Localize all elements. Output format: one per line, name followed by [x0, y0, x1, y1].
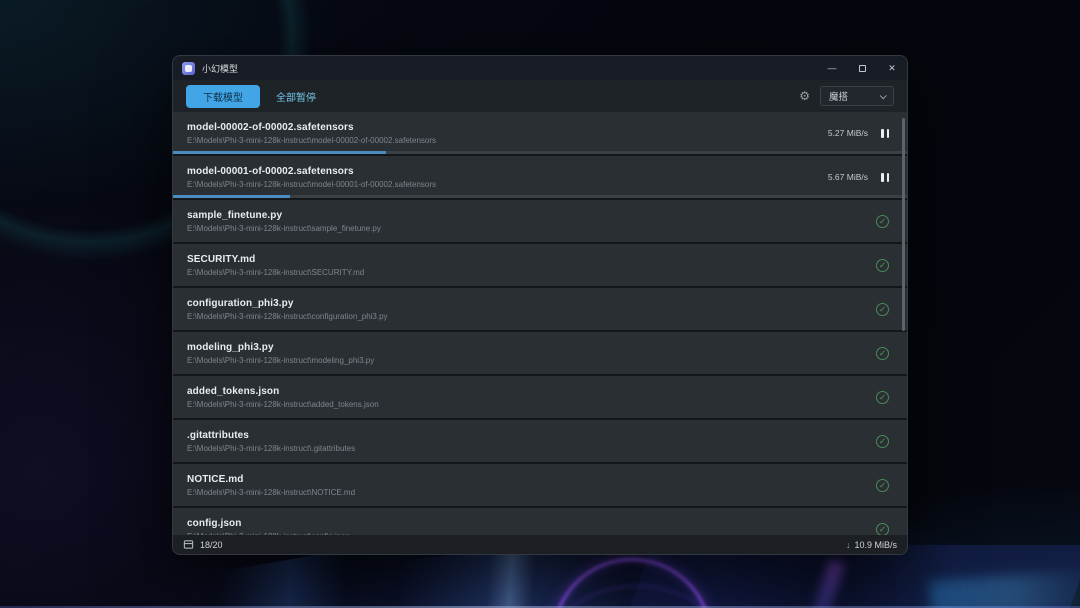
- file-path: E:\Models\Phi-3-mini-128k-instruct\.gita…: [187, 443, 356, 453]
- table-row[interactable]: modeling_phi3.py E:\Models\Phi-3-mini-12…: [173, 332, 907, 374]
- file-name: added_tokens.json: [187, 385, 280, 397]
- file-info: SECURITY.md E:\Models\Phi-3-mini-128k-in…: [187, 254, 876, 277]
- table-row[interactable]: sample_finetune.py E:\Models\Phi-3-mini-…: [173, 200, 907, 242]
- download-speed: 5.27 MiB/s: [827, 128, 868, 138]
- pause-icon[interactable]: [881, 128, 889, 138]
- table-row[interactable]: NOTICE.md E:\Models\Phi-3-mini-128k-inst…: [173, 464, 907, 506]
- file-path: E:\Models\Phi-3-mini-128k-instruct\model…: [187, 355, 375, 365]
- maximize-icon: [858, 64, 866, 72]
- app-window: 小幻模型 — ✕ 下载模型 全部暂停 ⚙ 魔搭 model-00002-of-0…: [172, 55, 908, 555]
- check-circle-icon: ✓: [876, 522, 889, 535]
- file-name: SECURITY.md: [187, 253, 256, 265]
- chevron-down-icon: [879, 91, 887, 99]
- file-name: NOTICE.md: [187, 473, 244, 485]
- file-info: NOTICE.md E:\Models\Phi-3-mini-128k-inst…: [187, 474, 876, 497]
- file-info: added_tokens.json E:\Models\Phi-3-mini-1…: [187, 386, 876, 409]
- window-title: 小幻模型: [202, 63, 239, 74]
- check-circle-icon: ✓: [876, 302, 889, 316]
- file-info: sample_finetune.py E:\Models\Phi-3-mini-…: [187, 210, 876, 233]
- app-logo-icon: [182, 61, 195, 75]
- file-name: model-00001-of-00002.safetensors: [187, 165, 354, 177]
- scrollbar-thumb[interactable]: [902, 118, 905, 331]
- table-row[interactable]: model-00001-of-00002.safetensors E:\Mode…: [173, 156, 907, 198]
- file-info: modeling_phi3.py E:\Models\Phi-3-mini-12…: [187, 342, 876, 365]
- maximize-button[interactable]: [847, 56, 877, 80]
- table-row[interactable]: config.json E:\Models\Phi-3-mini-128k-in…: [173, 508, 907, 535]
- queue-icon: [183, 540, 194, 549]
- file-name: model-00002-of-00002.safetensors: [187, 121, 354, 133]
- statusbar-right: ↓ 10.9 MiB/s: [846, 540, 897, 550]
- check-circle-icon: ✓: [876, 258, 889, 272]
- file-path: E:\Models\Phi-3-mini-128k-instruct\added…: [187, 399, 379, 409]
- check-circle-icon: ✓: [876, 390, 889, 404]
- total-speed: 10.9 MiB/s: [854, 539, 897, 550]
- file-info: model-00002-of-00002.safetensors E:\Mode…: [187, 122, 828, 145]
- file-info: model-00001-of-00002.safetensors E:\Mode…: [187, 166, 828, 189]
- check-circle-icon: ✓: [876, 214, 889, 228]
- table-row[interactable]: model-00002-of-00002.safetensors E:\Mode…: [173, 112, 907, 154]
- check-circle-icon: ✓: [876, 434, 889, 448]
- caption-buttons: — ✕: [817, 56, 907, 80]
- tab-download-models[interactable]: 下载模型: [186, 84, 260, 108]
- file-path: E:\Models\Phi-3-mini-128k-instruct\SECUR…: [187, 267, 365, 277]
- check-circle-icon: ✓: [876, 478, 889, 492]
- source-dropdown[interactable]: 魔搭: [820, 86, 894, 106]
- file-name: .gitattributes: [187, 429, 249, 441]
- progress-bar: [173, 195, 907, 198]
- check-circle-icon: ✓: [876, 346, 889, 360]
- download-speed: 5.67 MiB/s: [827, 172, 868, 182]
- toolbar: 下载模型 全部暂停 ⚙ 魔搭: [173, 80, 907, 112]
- progress-fill: [173, 151, 386, 154]
- table-row[interactable]: added_tokens.json E:\Models\Phi-3-mini-1…: [173, 376, 907, 418]
- table-row[interactable]: configuration_phi3.py E:\Models\Phi-3-mi…: [173, 288, 907, 330]
- row-actions: 5.27 MiB/s: [828, 128, 893, 138]
- toolbar-right: ⚙ 魔搭: [799, 86, 894, 106]
- table-row[interactable]: .gitattributes E:\Models\Phi-3-mini-128k…: [173, 420, 907, 462]
- table-row[interactable]: SECURITY.md E:\Models\Phi-3-mini-128k-in…: [173, 244, 907, 286]
- file-path: E:\Models\Phi-3-mini-128k-instruct\sampl…: [187, 223, 381, 233]
- file-name: config.json: [187, 517, 242, 529]
- pause-all-button[interactable]: 全部暂停: [276, 89, 316, 104]
- download-count: 18/20: [200, 539, 223, 550]
- file-path: E:\Models\Phi-3-mini-128k-instruct\model…: [187, 135, 437, 145]
- file-name: configuration_phi3.py: [187, 297, 294, 309]
- close-button[interactable]: ✕: [877, 56, 907, 80]
- progress-bar: [173, 151, 907, 154]
- statusbar: 18/20 ↓ 10.9 MiB/s: [173, 535, 907, 554]
- file-info: .gitattributes E:\Models\Phi-3-mini-128k…: [187, 430, 876, 453]
- file-path: E:\Models\Phi-3-mini-128k-instruct\NOTIC…: [187, 487, 356, 497]
- minimize-button[interactable]: —: [817, 56, 847, 80]
- download-arrow-icon: ↓: [845, 539, 851, 550]
- source-dropdown-value: 魔搭: [829, 92, 849, 103]
- row-actions: 5.67 MiB/s: [828, 172, 893, 182]
- file-name: sample_finetune.py: [187, 209, 283, 221]
- file-path: E:\Models\Phi-3-mini-128k-instruct\model…: [187, 179, 437, 189]
- file-path: E:\Models\Phi-3-mini-128k-instruct\confi…: [187, 311, 388, 321]
- file-info: configuration_phi3.py E:\Models\Phi-3-mi…: [187, 298, 876, 321]
- file-path: E:\Models\Phi-3-mini-128k-instruct\confi…: [187, 532, 876, 536]
- gear-icon[interactable]: ⚙: [799, 90, 810, 102]
- titlebar: 小幻模型 — ✕: [173, 56, 907, 80]
- file-info: config.json E:\Models\Phi-3-mini-128k-in…: [187, 518, 876, 536]
- progress-fill: [173, 195, 291, 198]
- pause-icon[interactable]: [881, 172, 889, 182]
- file-name: modeling_phi3.py: [187, 341, 274, 353]
- download-list: model-00002-of-00002.safetensors E:\Mode…: [173, 112, 907, 535]
